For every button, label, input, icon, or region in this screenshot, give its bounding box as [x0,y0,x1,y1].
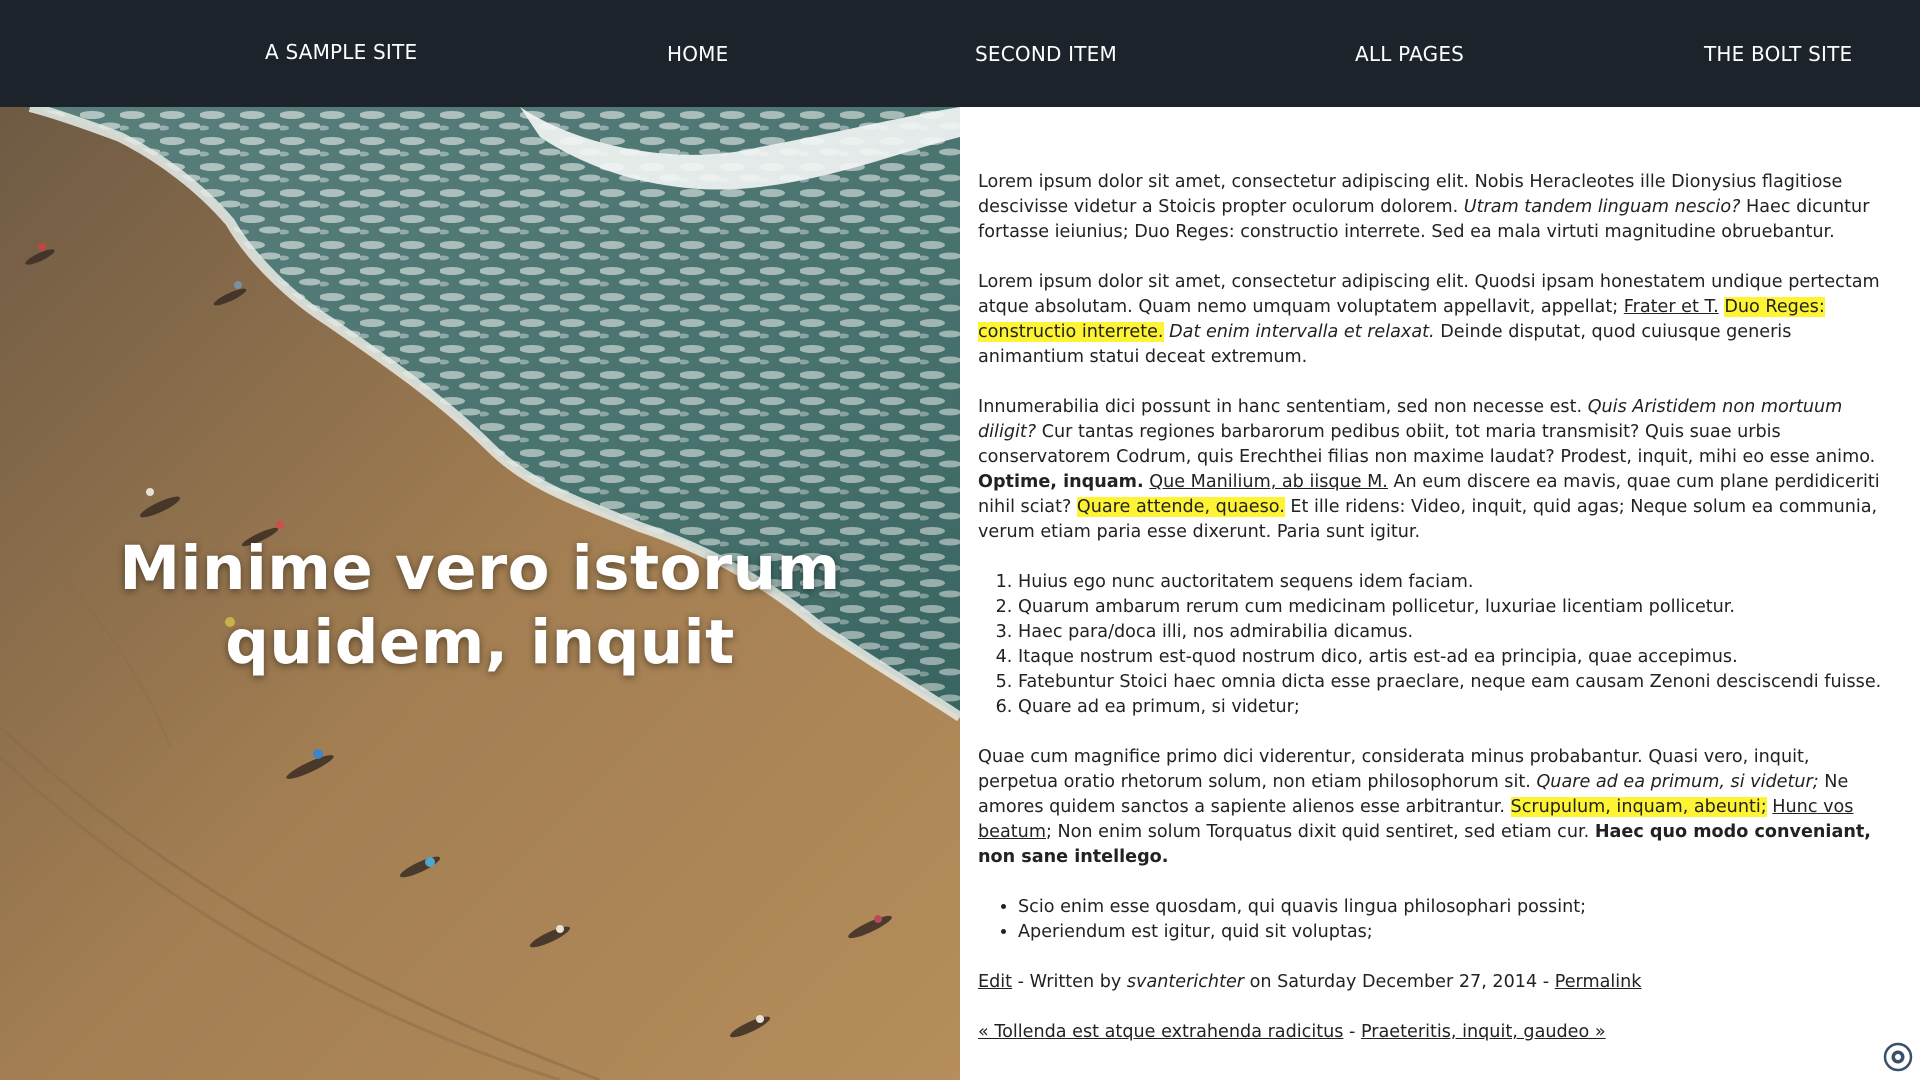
post-meta: Edit - Written by svanterichter on Satur… [978,972,1642,992]
previous-post-link[interactable]: « Tollenda est atque extrahenda radicitu… [978,1022,1343,1042]
article-paragraph-2: Lorem ipsum dolor sit amet, consectetur … [978,272,1880,367]
next-post-link[interactable]: Praeteritis, inquit, gaudeo » [1361,1022,1606,1042]
top-navigation-bar: A SAMPLE SITE HOME SECOND ITEM ALL PAGES… [0,0,1920,107]
list-item: Quare ad ea primum, si videtur; [1018,695,1883,720]
author-name: svanterichter [1126,972,1245,992]
article-paragraph-4: Quae cum magnifice primo dici viderentur… [978,747,1871,867]
bullet-list: Scio enim esse quosdam, qui quavis lingu… [978,895,1883,945]
permalink-link[interactable]: Permalink [1555,972,1642,992]
highlighted-text: Quare attende, quaeso. [1076,497,1285,517]
article-body: Lorem ipsum dolor sit amet, consectetur … [978,170,1883,1070]
list-item: Quarum ambarum rerum cum medicinam polli… [1018,595,1883,620]
list-item: Scio enim esse quosdam, qui quavis lingu… [1018,895,1883,920]
site-brand-link[interactable]: A SAMPLE SITE [265,40,417,64]
post-pager: « Tollenda est atque extrahenda radicitu… [978,1022,1606,1042]
nav-item-the-bolt-site[interactable]: THE BOLT SITE [1704,42,1852,66]
settings-badge-icon[interactable] [1883,1042,1913,1072]
hero-image: Minime vero istorum quidem, inquit [0,107,960,1080]
nav-item-all-pages[interactable]: ALL PAGES [1355,42,1464,66]
list-item: Itaque nostrum est-quod nostrum dico, ar… [1018,645,1883,670]
article-paragraph-1: Lorem ipsum dolor sit amet, consectetur … [978,172,1870,242]
edit-link[interactable]: Edit [978,972,1012,992]
list-item: Fatebuntur Stoici haec omnia dicta esse … [1018,670,1883,695]
highlighted-text: Scrupulum, inquam, abeunti; [1510,797,1767,817]
ordered-list: Huius ego nunc auctoritatem sequens idem… [978,570,1883,720]
hero-title: Minime vero istorum quidem, inquit [119,533,841,678]
nav-item-home[interactable]: HOME [667,42,728,66]
list-item: Aperiendum est igitur, quid sit voluptas… [1018,920,1883,945]
link-frater[interactable]: Frater et T. [1624,297,1719,317]
list-item: Haec para/doca illi, nos admirabilia dic… [1018,620,1883,645]
nav-item-second-item[interactable]: SECOND ITEM [975,42,1117,66]
list-item: Huius ego nunc auctoritatem sequens idem… [1018,570,1883,595]
article-paragraph-3: Innumerabilia dici possunt in hanc sente… [978,397,1880,542]
link-que-manilium[interactable]: Que Manilium, ab iisque M. [1149,472,1388,492]
